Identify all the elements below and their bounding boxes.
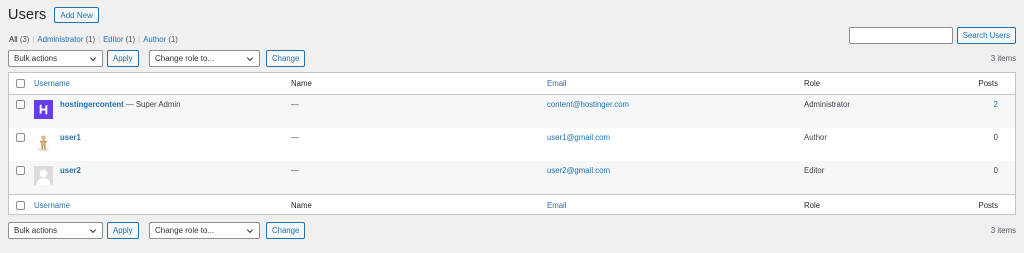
- bulk-actions-value: Bulk actions: [14, 54, 58, 63]
- search-users-button[interactable]: Search Users: [956, 27, 1016, 44]
- column-email-sort[interactable]: Email: [547, 201, 567, 210]
- filter-all-count: (3): [19, 35, 30, 44]
- chevron-down-icon: [89, 56, 97, 61]
- chevron-down-icon: [89, 228, 97, 233]
- column-username-sort[interactable]: Username: [34, 201, 70, 210]
- select-all-checkbox[interactable]: [16, 201, 25, 210]
- column-role: Role: [804, 201, 821, 210]
- items-count: 3 items: [990, 226, 1016, 235]
- filter-separator: |: [32, 35, 35, 44]
- bulk-actions-select[interactable]: Bulk actions: [8, 222, 103, 239]
- user-email-link[interactable]: user1@gmail.com: [547, 133, 610, 142]
- user-role: Administrator: [804, 100, 850, 109]
- change-role-value: Change role to...: [155, 226, 215, 235]
- filter-separator: |: [98, 35, 101, 44]
- user-posts: 0: [993, 133, 998, 142]
- user-role: Editor: [804, 166, 825, 175]
- tablenav-top: Bulk actions Apply Change role to... Cha…: [8, 50, 1016, 68]
- chevron-down-icon: [246, 56, 254, 61]
- change-role-value: Change role to...: [155, 54, 215, 63]
- add-new-button[interactable]: Add New: [54, 7, 99, 23]
- apply-button[interactable]: Apply: [107, 222, 139, 239]
- column-posts: Posts: [978, 79, 999, 88]
- table-footer-row: Username Name Email Role Posts: [9, 194, 1015, 215]
- role-filter-links: All (3) | Administrator (1) | Editor (1) | Aut…: [9, 35, 178, 44]
- user-email-link[interactable]: user2@gmail.com: [547, 166, 610, 175]
- column-name: Name: [291, 79, 312, 88]
- column-role: Role: [804, 79, 821, 88]
- column-username-sort[interactable]: Username: [34, 79, 70, 88]
- user-posts-link[interactable]: 2: [994, 100, 998, 109]
- filter-administrator[interactable]: Administrator: [37, 35, 83, 44]
- page-title: Users: [8, 7, 47, 23]
- tablenav-bottom: Bulk actions Apply Change role to... Cha…: [8, 222, 1016, 240]
- column-email-sort[interactable]: Email: [547, 79, 567, 88]
- search-box: Search Users: [848, 27, 1016, 44]
- filter-all-label: All: [9, 35, 18, 44]
- column-name: Name: [291, 201, 312, 210]
- filter-administrator-count: (1): [85, 35, 96, 44]
- filter-author-label: Author: [143, 35, 167, 44]
- table-row: user1 — user1@gmail.com Author 0: [9, 128, 1015, 161]
- change-role-button[interactable]: Change: [266, 50, 306, 67]
- user-posts: 0: [993, 166, 998, 175]
- user-full-name: —: [291, 100, 299, 109]
- user-name-link[interactable]: user2: [60, 166, 81, 175]
- users-table: Username Name Email Role Posts hostinger…: [8, 72, 1016, 215]
- row-checkbox[interactable]: [16, 133, 25, 142]
- filter-author[interactable]: Author: [143, 35, 166, 44]
- hostinger-logo-avatar: [34, 100, 53, 119]
- user-name-link[interactable]: hostingercontent — Super Admin: [60, 100, 180, 109]
- super-admin-note: — Super Admin: [123, 100, 181, 109]
- filter-separator: |: [138, 35, 141, 44]
- change-role-button[interactable]: Change: [266, 222, 306, 239]
- table-header-row: Username Name Email Role Posts: [9, 73, 1015, 95]
- person-figure-avatar: [34, 133, 53, 152]
- user-role: Author: [804, 133, 827, 142]
- filter-editor-count: (1): [125, 35, 136, 44]
- items-count: 3 items: [990, 54, 1016, 63]
- title-row: Users Add New: [8, 7, 99, 23]
- default-person-avatar: [34, 166, 53, 185]
- chevron-down-icon: [246, 228, 254, 233]
- user-email-link[interactable]: content@hostinger.com: [547, 100, 629, 109]
- table-row: user2 — user2@gmail.com Editor 0: [9, 161, 1015, 194]
- username-text: hostingercontent: [60, 100, 124, 109]
- change-role-select[interactable]: Change role to...: [149, 222, 260, 239]
- filter-author-count: (1): [168, 35, 178, 44]
- user-full-name: —: [291, 166, 299, 175]
- row-checkbox[interactable]: [16, 100, 25, 109]
- filter-editor[interactable]: Editor: [103, 35, 123, 44]
- bulk-actions-value: Bulk actions: [14, 226, 58, 235]
- filter-editor-label: Editor: [103, 35, 124, 44]
- user-name-link[interactable]: user1: [60, 133, 81, 142]
- filter-administrator-label: Administrator: [37, 35, 84, 44]
- user-full-name: —: [291, 133, 299, 142]
- apply-button[interactable]: Apply: [107, 50, 139, 67]
- column-posts: Posts: [978, 201, 999, 210]
- change-role-select[interactable]: Change role to...: [149, 50, 260, 67]
- row-checkbox[interactable]: [16, 166, 25, 175]
- filter-all[interactable]: All (3): [9, 35, 29, 44]
- select-all-checkbox[interactable]: [16, 79, 25, 88]
- bulk-actions-select[interactable]: Bulk actions: [8, 50, 103, 67]
- table-row: hostingercontent — Super Admin — content…: [9, 95, 1015, 128]
- search-input[interactable]: [848, 27, 953, 44]
